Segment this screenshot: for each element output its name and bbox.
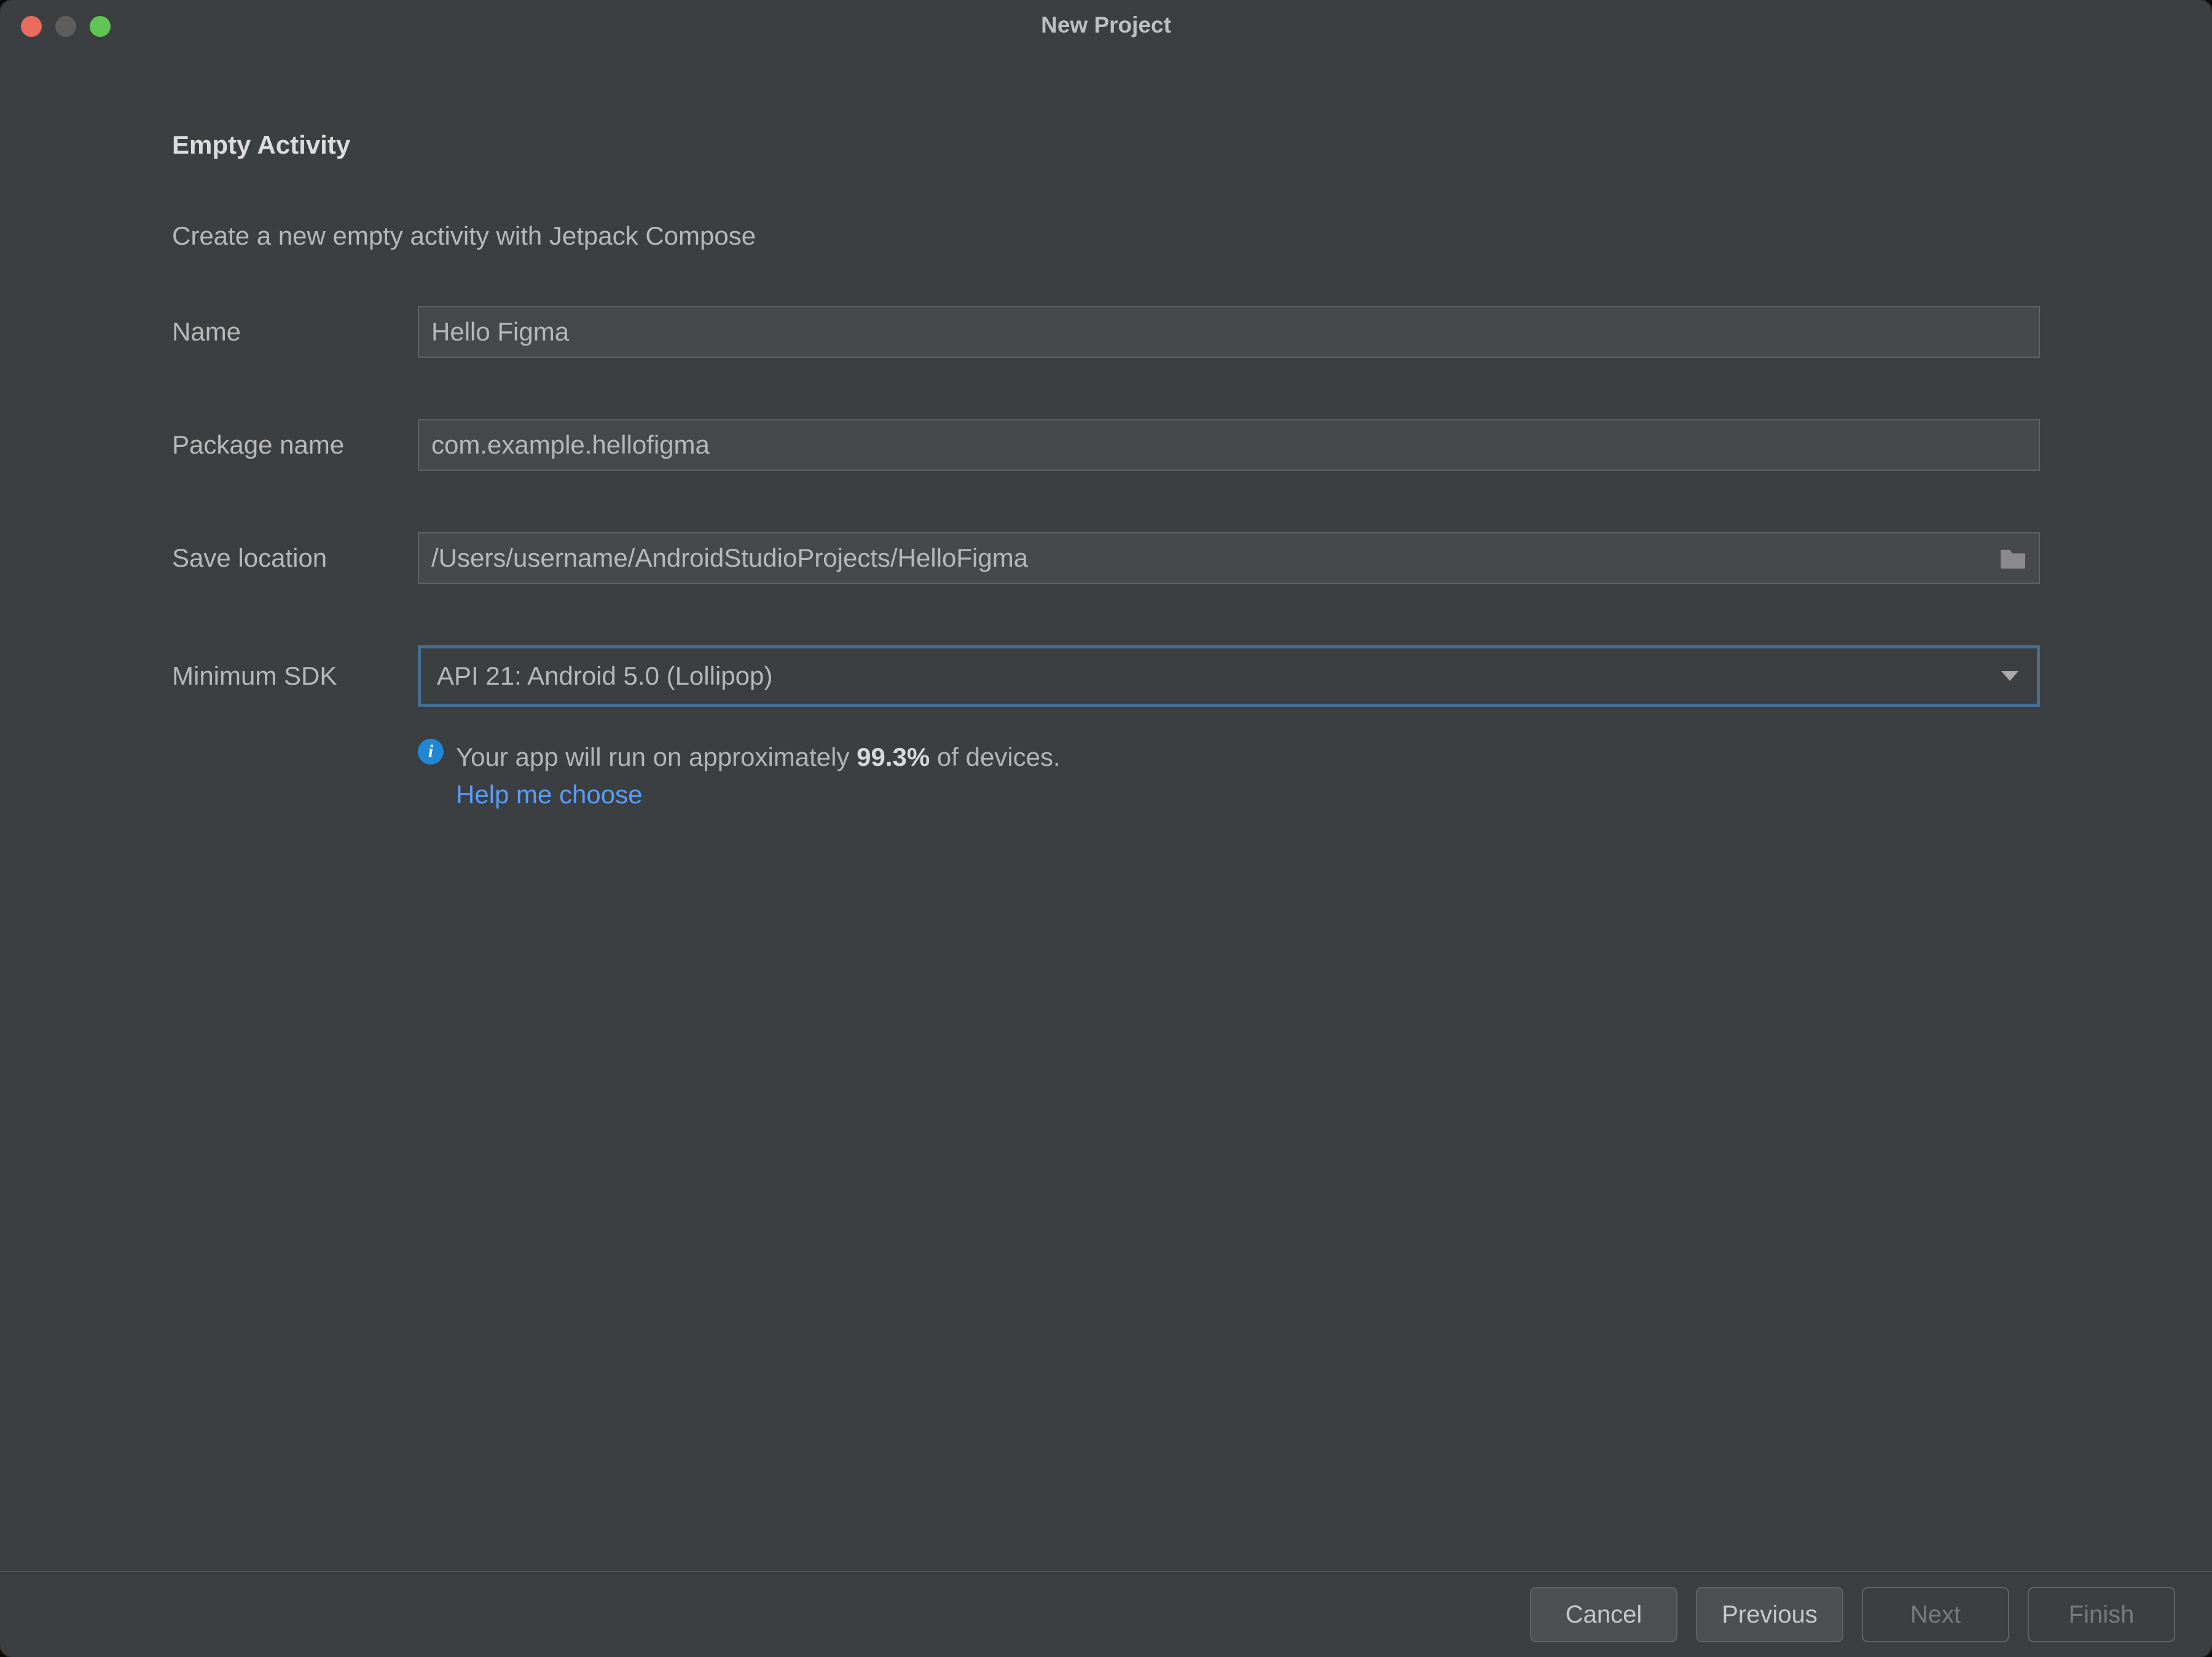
close-window-button[interactable] [21,16,42,37]
package-label: Package name [172,430,418,460]
sdk-coverage-text: Your app will run on approximately 99.3%… [456,736,1061,777]
sdk-coverage-prefix: Your app will run on approximately [456,742,857,771]
cancel-button[interactable]: Cancel [1530,1587,1677,1642]
dialog-content: Empty Activity Create a new empty activi… [0,50,2212,809]
page-heading: Empty Activity [172,130,2040,160]
info-icon: i [418,739,444,765]
sdk-coverage-suffix: of devices. [930,742,1060,771]
location-input[interactable] [418,532,2040,584]
minimum-sdk-select[interactable]: API 21: Android 5.0 (Lollipop) [418,645,2040,707]
sdk-coverage-percent: 99.3% [857,742,930,771]
sdk-selected-value: API 21: Android 5.0 (Lollipop) [437,661,772,691]
help-me-choose-link[interactable]: Help me choose [456,780,643,809]
maximize-window-button[interactable] [90,16,111,37]
minimize-window-button[interactable] [55,16,76,37]
location-label: Save location [172,543,418,573]
new-project-dialog: New Project Empty Activity Create a new … [0,0,2212,1657]
name-row: Name [172,306,2040,358]
name-input[interactable] [418,306,2040,358]
chevron-down-icon [2001,671,2018,681]
window-title: New Project [1041,12,1171,38]
dialog-footer: Cancel Previous Next Finish [0,1571,2212,1657]
window-controls [21,16,111,37]
package-input[interactable] [418,419,2040,471]
sdk-label: Minimum SDK [172,661,418,691]
location-row: Save location [172,532,2040,584]
titlebar: New Project [0,0,2212,50]
next-button: Next [1862,1587,2009,1642]
previous-button[interactable]: Previous [1696,1587,1843,1642]
sdk-info-row: i Your app will run on approximately 99.… [418,736,2040,809]
page-subheading: Create a new empty activity with Jetpack… [172,221,2040,251]
sdk-row: Minimum SDK API 21: Android 5.0 (Lollipo… [172,645,2040,707]
package-row: Package name [172,419,2040,471]
name-label: Name [172,317,418,347]
finish-button: Finish [2028,1587,2175,1642]
browse-folder-icon[interactable] [1999,546,2028,570]
